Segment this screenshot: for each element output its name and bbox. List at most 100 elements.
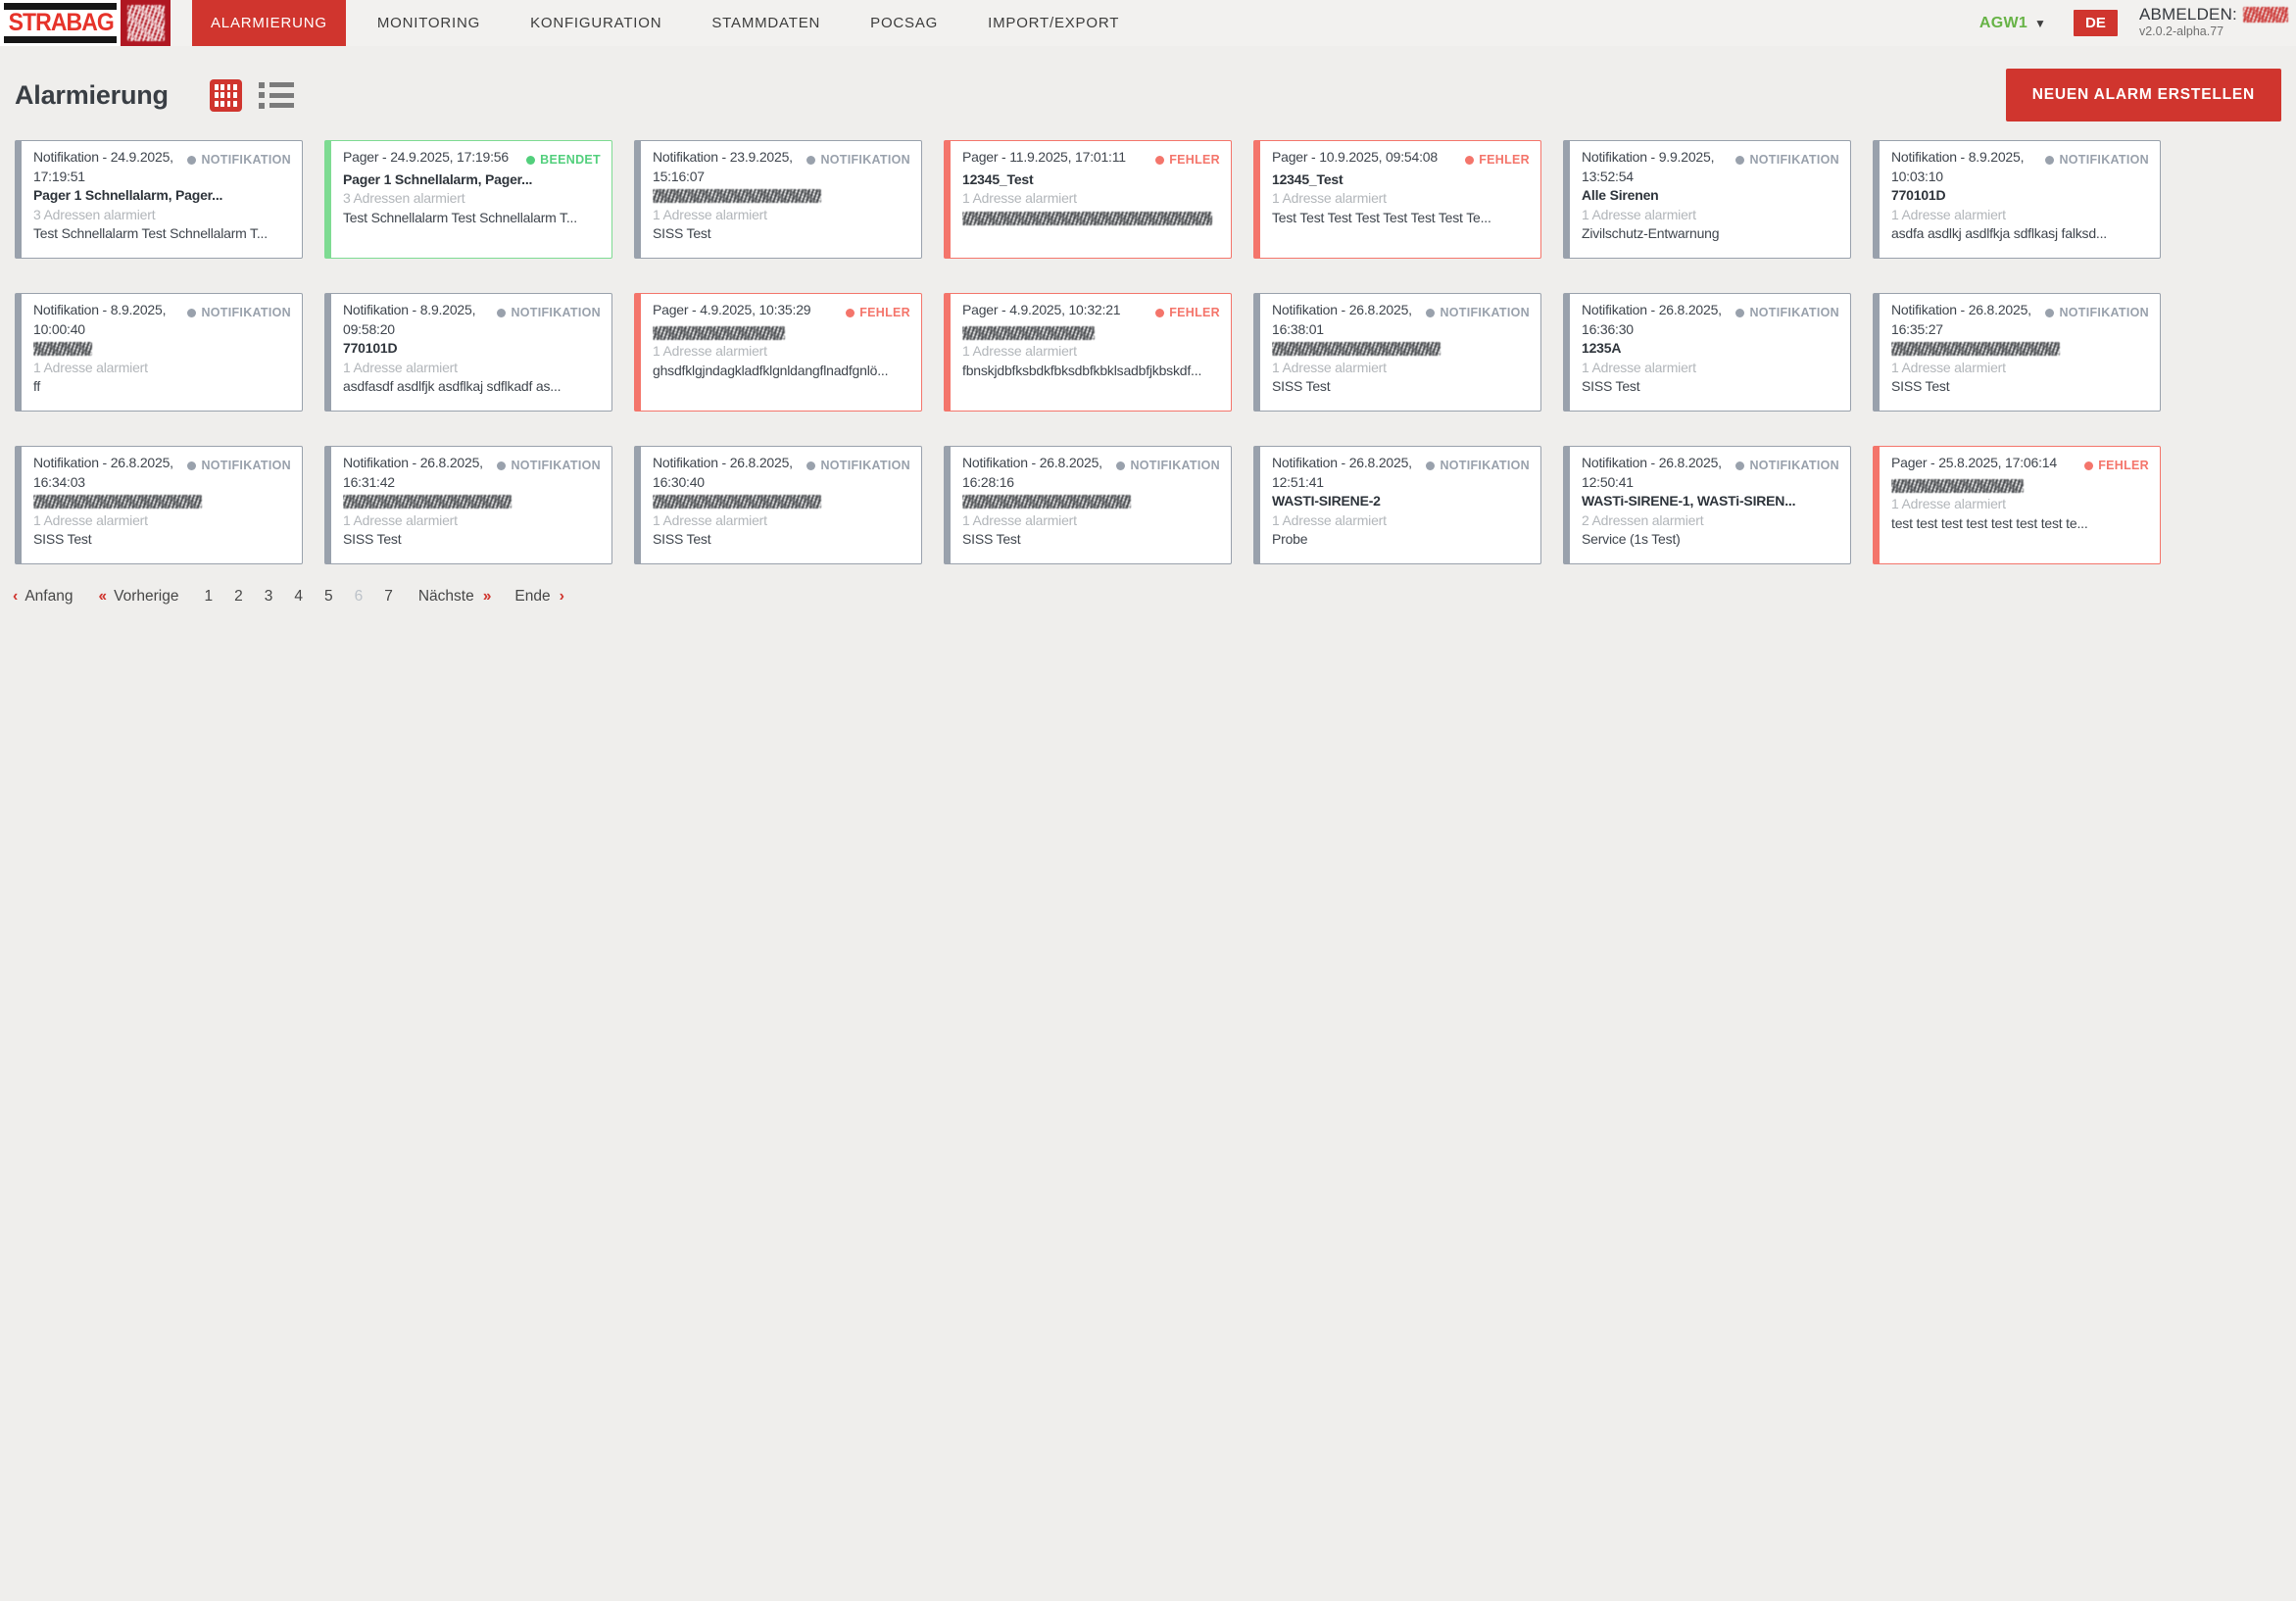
- alarm-card[interactable]: Pager - 4.9.2025, 10:35:29 FEHLER 1 Adre…: [634, 293, 922, 412]
- alarm-card[interactable]: Notifikation - 8.9.2025, 10:00:40 NOTIFI…: [15, 293, 303, 412]
- alarm-addresses: 1 Adresse alarmiert: [1891, 496, 2006, 511]
- nav-tab-pocsag[interactable]: POCSAG: [852, 0, 956, 46]
- pagination-page-5[interactable]: 5: [324, 588, 333, 606]
- logo-text: STRABAG: [8, 9, 115, 36]
- alarm-card[interactable]: Notifikation - 23.9.2025, 15:16:07 NOTIF…: [634, 140, 922, 259]
- alarm-card[interactable]: Notifikation - 24.9.2025, 17:19:51 NOTIF…: [15, 140, 303, 259]
- alarm-card[interactable]: Pager - 24.9.2025, 17:19:56 BEENDET Page…: [324, 140, 612, 259]
- alarm-type-and-time: Notifikation - 26.8.2025, 12:50:41: [1582, 455, 1722, 490]
- redacted-scribble: [653, 189, 821, 204]
- alarm-card[interactable]: Notifikation - 26.8.2025, 16:31:42 NOTIF…: [324, 446, 612, 564]
- status-dot-icon: [187, 156, 197, 166]
- alarm-addresses: 3 Adressen alarmiert: [33, 206, 156, 222]
- alarm-card[interactable]: Pager - 10.9.2025, 09:54:08 FEHLER 12345…: [1253, 140, 1541, 259]
- status-badge-label: NOTIFIKATION: [1749, 459, 1839, 472]
- alarm-card[interactable]: Notifikation - 26.8.2025, 16:35:27 NOTIF…: [1873, 293, 2161, 412]
- alarm-addresses: 1 Adresse alarmiert: [1272, 190, 1387, 206]
- alarm-title: [33, 492, 291, 511]
- alarm-description: SISS Test: [1582, 378, 1640, 394]
- alarm-card[interactable]: Notifikation - 26.8.2025, 16:34:03 NOTIF…: [15, 446, 303, 564]
- status-badge: NOTIFIKATION: [497, 301, 601, 323]
- alarm-type-and-time: Notifikation - 26.8.2025, 12:51:41: [1272, 455, 1412, 490]
- alarm-card[interactable]: Pager - 4.9.2025, 10:32:21 FEHLER 1 Adre…: [944, 293, 1232, 412]
- status-badge: NOTIFIKATION: [1426, 454, 1530, 476]
- alarm-card[interactable]: Notifikation - 26.8.2025, 16:28:16 NOTIF…: [944, 446, 1232, 564]
- chevron-down-icon: ▼: [2034, 16, 2046, 30]
- alarm-title: [33, 339, 291, 359]
- alarm-description: asdfa asdlkj asdlfkja sdflkasj falksd...: [1891, 225, 2107, 241]
- alarm-addresses: 1 Adresse alarmiert: [962, 343, 1077, 359]
- alarm-card[interactable]: Pager - 25.8.2025, 17:06:14 FEHLER 1 Adr…: [1873, 446, 2161, 564]
- pagination-next[interactable]: Nächste ››: [418, 588, 492, 606]
- logout-block: ABMELDEN: v2.0.2-alpha.77: [2139, 6, 2288, 40]
- chevron-right-icon: ›: [559, 588, 565, 605]
- nav-tab-konfiguration[interactable]: KONFIGURATION: [512, 0, 680, 46]
- pagination-last[interactable]: Ende ›: [514, 588, 565, 606]
- pagination-page-4[interactable]: 4: [294, 588, 303, 606]
- group-selector[interactable]: AGW1 ▼: [1979, 15, 2046, 32]
- status-badge-label: NOTIFIKATION: [201, 153, 291, 167]
- alarm-card[interactable]: Notifikation - 8.9.2025, 10:03:10 NOTIFI…: [1873, 140, 2161, 259]
- status-badge: NOTIFIKATION: [806, 454, 910, 476]
- alarm-card[interactable]: Notifikation - 26.8.2025, 12:51:41 NOTIF…: [1253, 446, 1541, 564]
- alarm-type-and-time: Notifikation - 9.9.2025, 13:52:54: [1582, 149, 1715, 184]
- pagination-first[interactable]: ‹ Anfang: [13, 588, 73, 606]
- pagination-page-3[interactable]: 3: [265, 588, 273, 606]
- status-dot-icon: [1426, 461, 1436, 471]
- nav-tab-import-export[interactable]: IMPORT/EXPORT: [969, 0, 1138, 46]
- status-badge: NOTIFIKATION: [1735, 148, 1839, 170]
- nav-tab-monitoring[interactable]: MONITORING: [359, 0, 499, 46]
- status-dot-icon: [497, 461, 507, 471]
- create-alarm-button[interactable]: NEUEN ALARM ERSTELLEN: [2005, 69, 2281, 121]
- nav-tab-alarmierung[interactable]: ALARMIERUNG: [192, 0, 346, 46]
- alarm-title: [343, 492, 601, 511]
- list-view-icon[interactable]: [258, 81, 294, 109]
- main-nav: ALARMIERUNG MONITORING KONFIGURATION STAMMD…: [192, 0, 1150, 46]
- status-badge-label: NOTIFIKATION: [511, 459, 601, 472]
- alarm-type-and-time: Pager - 10.9.2025, 09:54:08: [1272, 149, 1438, 165]
- alarm-type-and-time: Notifikation - 26.8.2025, 16:38:01: [1272, 302, 1412, 337]
- top-navigation: STRABAG ALARMIERUNG MONITORING KONFIGURATI…: [0, 0, 2296, 46]
- status-dot-icon: [1116, 461, 1126, 471]
- grid-view-icon[interactable]: [209, 78, 242, 112]
- status-badge-label: NOTIFIKATION: [2059, 153, 2149, 167]
- alarm-card[interactable]: Notifikation - 26.8.2025, 16:36:30 NOTIF…: [1563, 293, 1851, 412]
- alarm-card[interactable]: Notifikation - 26.8.2025, 16:30:40 NOTIF…: [634, 446, 922, 564]
- strabag-logo[interactable]: STRABAG: [0, 0, 121, 46]
- language-badge[interactable]: DE: [2073, 10, 2118, 36]
- alarm-description: SISS Test: [653, 225, 711, 241]
- redacted-scribble: [962, 211, 1212, 225]
- alarm-card[interactable]: Notifikation - 9.9.2025, 13:52:54 NOTIFI…: [1563, 140, 1851, 259]
- status-badge-label: NOTIFIKATION: [201, 306, 291, 319]
- alarm-type-and-time: Notifikation - 26.8.2025, 16:31:42: [343, 455, 483, 490]
- logout-link[interactable]: ABMELDEN:: [2139, 6, 2237, 23]
- alarm-type-and-time: Notifikation - 26.8.2025, 16:34:03: [33, 455, 173, 490]
- alarm-addresses: 1 Adresse alarmiert: [962, 190, 1077, 206]
- alarm-card[interactable]: Notifikation - 26.8.2025, 16:38:01 NOTIF…: [1253, 293, 1541, 412]
- double-chevron-right-icon: ››: [482, 588, 492, 605]
- pagination-prev[interactable]: ‹‹ Vorherige: [98, 588, 178, 606]
- alarm-description: Zivilschutz-Entwarnung: [1582, 225, 1720, 241]
- status-dot-icon: [2045, 309, 2055, 318]
- alarm-addresses: 1 Adresse alarmiert: [33, 359, 148, 375]
- status-dot-icon: [1735, 309, 1745, 318]
- alarm-description: ghsdfklgjndagkladfklgnldangflnadfgnlö...: [653, 362, 889, 378]
- status-badge-label: NOTIFIKATION: [820, 459, 910, 472]
- pagination-page-2[interactable]: 2: [234, 588, 243, 606]
- pagination: ‹ Anfang ‹‹ Vorherige 1 2 3 4 5 6 7 Nächste ››…: [13, 588, 2296, 606]
- alarm-type-and-time: Pager - 11.9.2025, 17:01:11: [962, 149, 1126, 165]
- alarm-title: [1272, 339, 1530, 359]
- redacted-scribble: [33, 495, 202, 509]
- pagination-page-1[interactable]: 1: [204, 588, 213, 606]
- status-dot-icon: [497, 309, 507, 318]
- alarm-description: Probe: [1272, 531, 1308, 547]
- alarm-card[interactable]: Notifikation - 8.9.2025, 09:58:20 NOTIFI…: [324, 293, 612, 412]
- nav-tab-stammdaten[interactable]: STAMMDATEN: [693, 0, 839, 46]
- pagination-page-6[interactable]: 6: [355, 588, 364, 606]
- chevron-left-icon: ‹: [13, 588, 19, 605]
- alarm-card[interactable]: Pager - 11.9.2025, 17:01:11 FEHLER 12345…: [944, 140, 1232, 259]
- alarm-card[interactable]: Notifikation - 26.8.2025, 12:50:41 NOTIF…: [1563, 446, 1851, 564]
- alarm-description: test test test test test test test te...: [1891, 514, 2088, 531]
- redacted-scribble: [1272, 342, 1441, 357]
- pagination-page-7[interactable]: 7: [384, 588, 393, 606]
